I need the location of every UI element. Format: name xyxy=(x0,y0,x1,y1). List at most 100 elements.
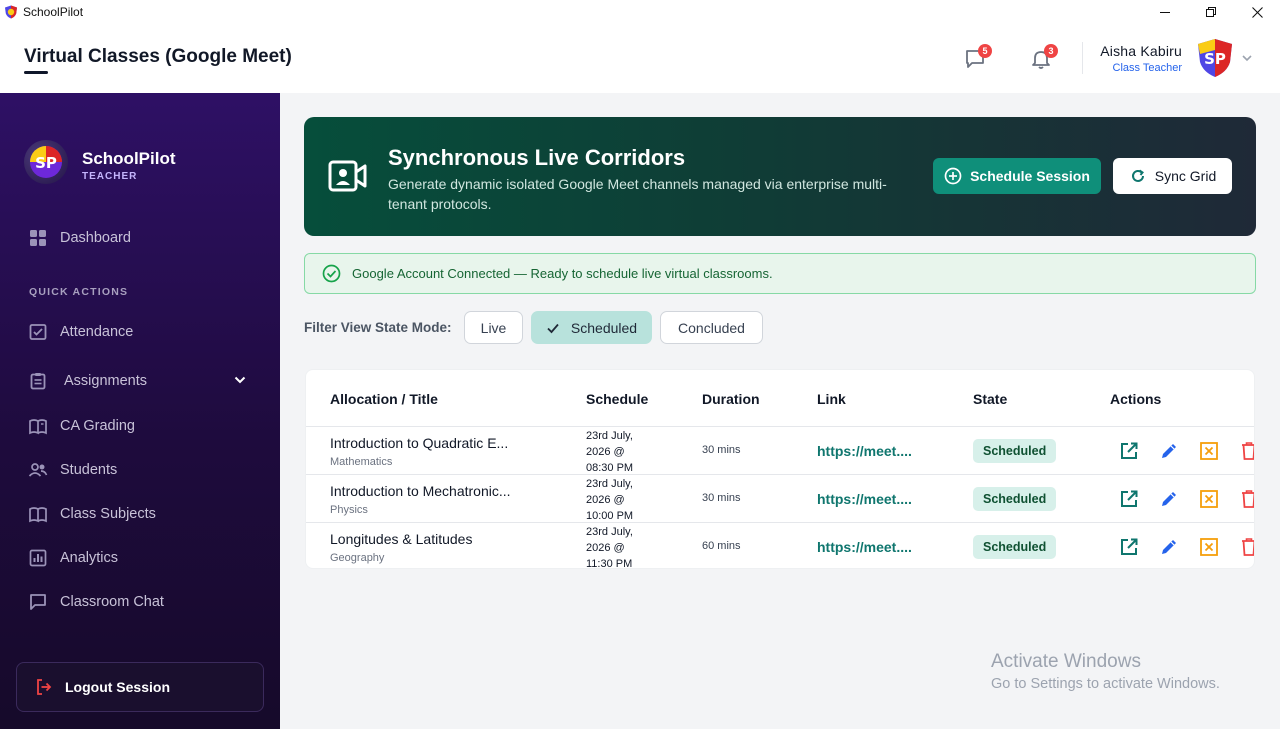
cancel-box-icon xyxy=(1200,490,1218,508)
header-divider xyxy=(1082,42,1083,74)
hero-description: Generate dynamic isolated Google Meet ch… xyxy=(388,176,887,212)
user-name: Aisha Kabiru xyxy=(1100,43,1182,59)
session-schedule: 23rd July, 2026 @ 11:30 PM xyxy=(586,524,646,568)
column-header: Duration xyxy=(702,391,760,407)
schedule-session-label: Schedule Session xyxy=(970,168,1090,184)
sidebar-item-label: Class Subjects xyxy=(60,506,156,522)
messages-badge: 5 xyxy=(978,44,992,58)
close-window-button[interactable] xyxy=(1234,0,1280,24)
session-title: Introduction to Quadratic E... xyxy=(330,435,509,451)
trash-icon xyxy=(1242,442,1254,460)
assignments-icon xyxy=(28,371,48,391)
avatar[interactable]: SP xyxy=(1196,38,1234,78)
session-title: Longitudes & Latitudes xyxy=(330,531,473,547)
sidebar-item-label: Dashboard xyxy=(60,230,131,246)
edit-session-button[interactable] xyxy=(1158,440,1180,462)
filter-live-button[interactable]: Live xyxy=(464,311,523,344)
hero-banner: Synchronous Live Corridors Generate dyna… xyxy=(304,117,1256,236)
logout-button[interactable]: Logout Session xyxy=(16,662,264,712)
window-titlebar: SchoolPilot xyxy=(0,0,1280,24)
logout-label: Logout Session xyxy=(65,679,170,695)
session-subject: Geography xyxy=(330,552,385,564)
session-subject: Mathematics xyxy=(330,456,393,468)
check-circle-icon xyxy=(322,264,341,283)
sidebar-item-analytics[interactable]: Analytics xyxy=(28,546,118,570)
sync-grid-button[interactable]: Sync Grid xyxy=(1113,158,1232,194)
video-call-icon xyxy=(328,160,367,192)
filter-option-label: Scheduled xyxy=(570,319,638,336)
grading-icon xyxy=(28,416,48,436)
brand-logo: SP xyxy=(24,140,68,184)
session-schedule: 23rd July, 2026 @ 10:00 PM xyxy=(586,476,646,524)
sidebar-item-label: Students xyxy=(60,462,118,478)
sidebar-item-class-subjects[interactable]: Class Subjects xyxy=(28,502,156,526)
page-title: Virtual Classes (Google Meet) xyxy=(24,46,292,67)
cancel-session-button[interactable] xyxy=(1198,488,1220,510)
cancel-box-icon xyxy=(1200,538,1218,556)
notifications-button[interactable]: 3 xyxy=(1028,44,1058,72)
edit-session-button[interactable] xyxy=(1158,488,1180,510)
pencil-icon xyxy=(1162,444,1176,458)
avatar-text: SP xyxy=(1204,50,1226,68)
hero-title: Synchronous Live Corridors xyxy=(388,145,686,170)
filter-concluded-button[interactable]: Concluded xyxy=(660,311,763,344)
sidebar-item-label: Analytics xyxy=(60,550,119,566)
delete-session-button[interactable] xyxy=(1238,440,1254,462)
chevron-down-icon[interactable] xyxy=(1240,51,1254,65)
session-duration: 30 mins xyxy=(702,492,741,504)
schedule-line: 2026 @ xyxy=(586,446,625,458)
column-header: Actions xyxy=(1110,391,1162,407)
sidebar-item-dashboard[interactable]: Dashboard xyxy=(28,226,131,250)
user-role: Class Teacher xyxy=(1112,62,1183,74)
quick-actions-heading: QUICK ACTIONS xyxy=(29,286,129,298)
schedule-session-button[interactable]: Schedule Session xyxy=(933,158,1101,194)
window-controls xyxy=(1142,0,1280,24)
chevron-down-icon[interactable] xyxy=(233,373,247,387)
edit-session-button[interactable] xyxy=(1158,536,1180,558)
page-title-underline xyxy=(24,71,48,74)
meet-link[interactable]: https://meet.... xyxy=(817,539,912,555)
column-header: State xyxy=(973,391,1008,407)
minimize-button[interactable] xyxy=(1142,0,1188,24)
dashboard-icon xyxy=(28,228,48,248)
sidebar-item-label: Classroom Chat xyxy=(60,594,164,610)
brand-logo-text: SP xyxy=(35,154,57,172)
sidebar-item-attendance[interactable]: Attendance xyxy=(28,320,133,344)
cancel-session-button[interactable] xyxy=(1198,440,1220,462)
maximize-button[interactable] xyxy=(1188,0,1234,24)
cancel-box-icon xyxy=(1200,442,1218,460)
schedule-line: 23rd July, xyxy=(586,526,633,538)
sidebar: SP SchoolPilot TEACHER Dashboard QUICK A… xyxy=(0,93,280,729)
external-link-icon xyxy=(1121,490,1138,507)
window-app-name: SchoolPilot xyxy=(23,5,84,19)
sidebar-item-assignments[interactable]: Assignments xyxy=(28,369,147,393)
pencil-icon xyxy=(1162,492,1176,506)
filter-scheduled-button[interactable]: Scheduled xyxy=(531,311,652,344)
open-session-button[interactable] xyxy=(1118,488,1140,510)
chat-icon xyxy=(28,592,48,612)
meet-link[interactable]: https://meet.... xyxy=(817,443,912,459)
status-badge: Scheduled xyxy=(973,487,1057,511)
table-row: Introduction to Quadratic E... Mathemati… xyxy=(306,426,1254,474)
restore-icon xyxy=(1206,7,1216,17)
google-connected-alert: Google Account Connected — Ready to sche… xyxy=(304,253,1256,294)
attendance-icon xyxy=(28,322,48,342)
column-header: Allocation / Title xyxy=(330,391,438,407)
filter-label: Filter View State Mode: xyxy=(304,320,452,335)
cancel-session-button[interactable] xyxy=(1198,536,1220,558)
delete-session-button[interactable] xyxy=(1238,536,1254,558)
sidebar-item-students[interactable]: Students xyxy=(28,458,117,482)
sessions-table: Allocation / Title Schedule Duration Lin… xyxy=(305,369,1255,569)
delete-session-button[interactable] xyxy=(1238,488,1254,510)
sidebar-item-classroom-chat[interactable]: Classroom Chat xyxy=(28,590,164,614)
trash-icon xyxy=(1242,490,1254,508)
open-session-button[interactable] xyxy=(1118,536,1140,558)
sidebar-item-label: Attendance xyxy=(60,324,134,340)
sidebar-item-ca-grading[interactable]: CA Grading xyxy=(28,414,135,438)
page-header: Virtual Classes (Google Meet) 5 3 Aisha … xyxy=(0,24,1280,93)
messages-button[interactable]: 5 xyxy=(962,44,992,72)
check-icon xyxy=(547,323,559,333)
meet-link[interactable]: https://meet.... xyxy=(817,491,912,507)
pencil-icon xyxy=(1162,540,1176,554)
open-session-button[interactable] xyxy=(1118,440,1140,462)
